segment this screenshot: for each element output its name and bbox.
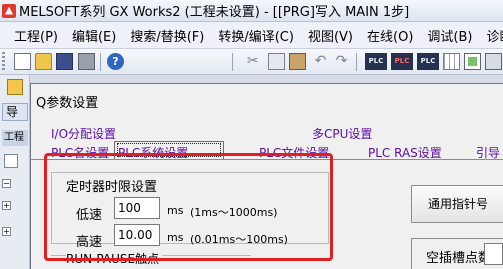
- open-folder-icon[interactable]: [35, 53, 52, 70]
- menu-view[interactable]: 视图(V): [308, 26, 353, 45]
- window-title: MELSOFT系列 GX Works2 (工程未设置) - [[PRG]写入 M…: [19, 5, 410, 20]
- grid-icon[interactable]: [443, 53, 460, 70]
- menu-compile[interactable]: 转换/编译(C): [218, 26, 294, 45]
- tab-plc-ras[interactable]: PLC RAS设置: [368, 144, 442, 161]
- paste-icon[interactable]: [289, 53, 306, 70]
- toolbar: ? ↶ ↷ PLC PLC PLC: [0, 49, 503, 75]
- project-section-label: 工程: [2, 130, 28, 146]
- high-speed-label: 高速: [76, 235, 103, 250]
- low-speed-timer-input[interactable]: [114, 197, 160, 219]
- high-speed-timer-input[interactable]: [114, 224, 160, 246]
- menu-online[interactable]: 在线(O): [367, 26, 413, 45]
- empty-slot-label: 空插槽点数: [426, 251, 492, 266]
- folder-icon[interactable]: [7, 79, 23, 95]
- plc-verify-icon[interactable]: PLC: [417, 53, 439, 70]
- menu-bar: 工程(P) 编辑(E) 搜索/替换(F) 转换/编译(C) 视图(V) 在线(O…: [0, 22, 503, 49]
- timer-group-label: 定时器时限设置: [66, 176, 158, 195]
- tree-expand-icon[interactable]: +: [2, 227, 11, 236]
- plc-write-icon[interactable]: PLC: [391, 53, 413, 70]
- high-speed-unit: ms: [167, 231, 184, 244]
- dialog-title: Q参数设置: [36, 96, 99, 111]
- tree-expand-icon[interactable]: −: [2, 179, 11, 188]
- menu-debug[interactable]: 调试(B): [427, 26, 472, 45]
- plc-read-icon[interactable]: PLC: [365, 53, 387, 70]
- download-icon[interactable]: [485, 53, 502, 70]
- tab-boot[interactable]: 引导: [476, 144, 500, 161]
- redo-icon[interactable]: ↷: [333, 53, 350, 70]
- common-pointer-label: 通用指针号: [428, 197, 489, 211]
- cut-icon[interactable]: [247, 53, 264, 70]
- run-pause-group-label: RUN-PAUSE触点: [66, 250, 163, 267]
- save-icon[interactable]: [56, 53, 73, 70]
- monitor-icon[interactable]: [464, 53, 481, 70]
- new-item-icon[interactable]: [4, 154, 18, 168]
- tab-multi-cpu[interactable]: 多CPU设置: [312, 125, 372, 142]
- low-speed-range: (1ms～1000ms): [190, 206, 278, 219]
- empty-slot-input[interactable]: [484, 243, 503, 265]
- help-icon[interactable]: ?: [107, 53, 124, 70]
- tab-plc-file[interactable]: PLC文件设置: [259, 144, 329, 161]
- menu-project[interactable]: 工程(P): [14, 26, 58, 45]
- common-pointer-group: 通用指针号: [411, 185, 503, 223]
- menu-find-replace[interactable]: 搜索/替换(F): [130, 26, 204, 45]
- toolbar-separator: [356, 53, 357, 71]
- toolbar-separator: [100, 53, 101, 71]
- low-speed-unit: ms: [167, 204, 184, 217]
- toolbar-grip-handle[interactable]: [2, 52, 5, 71]
- navigation-strip: 导 工程 − + +: [0, 75, 30, 269]
- copy-icon[interactable]: [268, 53, 285, 70]
- tab-plc-system[interactable]: PLC系统设置: [118, 144, 188, 161]
- dialog-title-bar: Q参数设置: [31, 84, 503, 114]
- app-logo-icon: [2, 3, 16, 18]
- low-speed-label: 低速: [76, 208, 103, 223]
- undo-icon[interactable]: ↶: [312, 53, 329, 70]
- toolbar-separator: [232, 53, 233, 71]
- tab-plc-name[interactable]: PLC名设置: [51, 144, 109, 161]
- high-speed-range: (0.01ms～100ms): [190, 233, 288, 246]
- print-icon[interactable]: [78, 53, 95, 70]
- title-bar: MELSOFT系列 GX Works2 (工程未设置) - [[PRG]写入 M…: [0, 0, 503, 22]
- menu-diagnostics[interactable]: 诊断(: [486, 26, 503, 45]
- menu-edit[interactable]: 编辑(E): [72, 26, 116, 45]
- tab-io-assignment[interactable]: I/O分配设置: [51, 125, 116, 142]
- tree-expand-icon[interactable]: +: [2, 201, 11, 210]
- navigation-tab[interactable]: 导: [2, 103, 28, 121]
- new-file-icon[interactable]: [14, 53, 31, 70]
